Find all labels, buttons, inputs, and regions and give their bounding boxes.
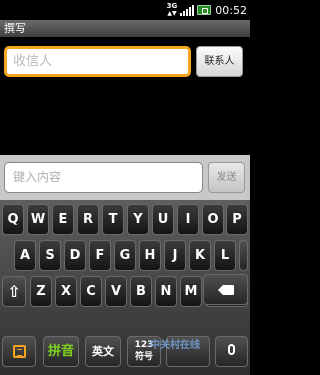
key-h[interactable]: H [139, 240, 161, 271]
key-k[interactable]: K [189, 240, 211, 271]
message-list-area [0, 87, 250, 155]
key-q[interactable]: Q [2, 204, 24, 235]
pinyin-key[interactable]: 拼音 [43, 336, 79, 367]
key-y[interactable]: Y [127, 204, 149, 235]
clock: 00:52 [215, 3, 247, 17]
send-button[interactable]: 发送 [208, 162, 245, 193]
message-input[interactable]: 键入内容 [4, 162, 203, 193]
recipient-area: 收信人 联系人 [0, 37, 250, 87]
page-title: 撰写 [4, 22, 26, 35]
network-3g-icon: 3G ▲▼ [166, 2, 178, 18]
title-bar: 撰写 [0, 20, 250, 37]
key-s[interactable]: S [39, 240, 61, 271]
key-l[interactable]: L [214, 240, 236, 271]
key-x[interactable]: X [55, 276, 77, 307]
key-w[interactable]: W [27, 204, 49, 235]
key-n[interactable]: N [155, 276, 177, 307]
key-z[interactable]: Z [30, 276, 52, 307]
key-c[interactable]: C [80, 276, 102, 307]
calendar-key[interactable] [2, 336, 36, 367]
shift-key[interactable]: ⇧ [2, 276, 26, 307]
backspace-key[interactable] [203, 274, 248, 305]
contacts-button[interactable]: 联系人 [196, 46, 243, 77]
battery-icon [197, 5, 212, 15]
key-e[interactable]: E [52, 204, 74, 235]
key-t[interactable]: T [102, 204, 124, 235]
key-o[interactable]: O [202, 204, 224, 235]
key-b[interactable]: B [130, 276, 152, 307]
keyboard-row-2: A S D F G H J K L [0, 238, 250, 274]
key-d[interactable]: D [64, 240, 86, 271]
signal-icon [180, 4, 195, 16]
watermark: 中关村在线 [150, 340, 200, 351]
key-f[interactable]: F [89, 240, 111, 271]
key-g[interactable]: G [114, 240, 136, 271]
key-p[interactable]: P [226, 204, 248, 235]
key-i[interactable]: I [177, 204, 199, 235]
compose-bar: 键入内容 发送 [0, 155, 250, 200]
calendar-icon [12, 345, 26, 358]
key-r[interactable]: R [77, 204, 99, 235]
english-key[interactable]: 英文 [85, 336, 121, 367]
row2-edge [239, 240, 248, 271]
key-a[interactable]: A [14, 240, 36, 271]
network-type-label: 3G [166, 2, 178, 10]
shift-icon: ⇧ [7, 282, 21, 301]
recipient-input[interactable]: 收信人 [4, 46, 191, 77]
backspace-icon [217, 285, 234, 295]
status-bar: 3G ▲▼ 00:52 [0, 0, 250, 20]
key-j[interactable]: J [164, 240, 186, 271]
message-placeholder: 键入内容 [13, 170, 62, 184]
key-v[interactable]: V [105, 276, 127, 307]
key-m[interactable]: M [180, 276, 202, 307]
keyboard-row-1: Q W E R T Y U I O P [0, 202, 250, 238]
key-u[interactable]: U [152, 204, 174, 235]
recipient-placeholder: 收信人 [13, 54, 53, 69]
